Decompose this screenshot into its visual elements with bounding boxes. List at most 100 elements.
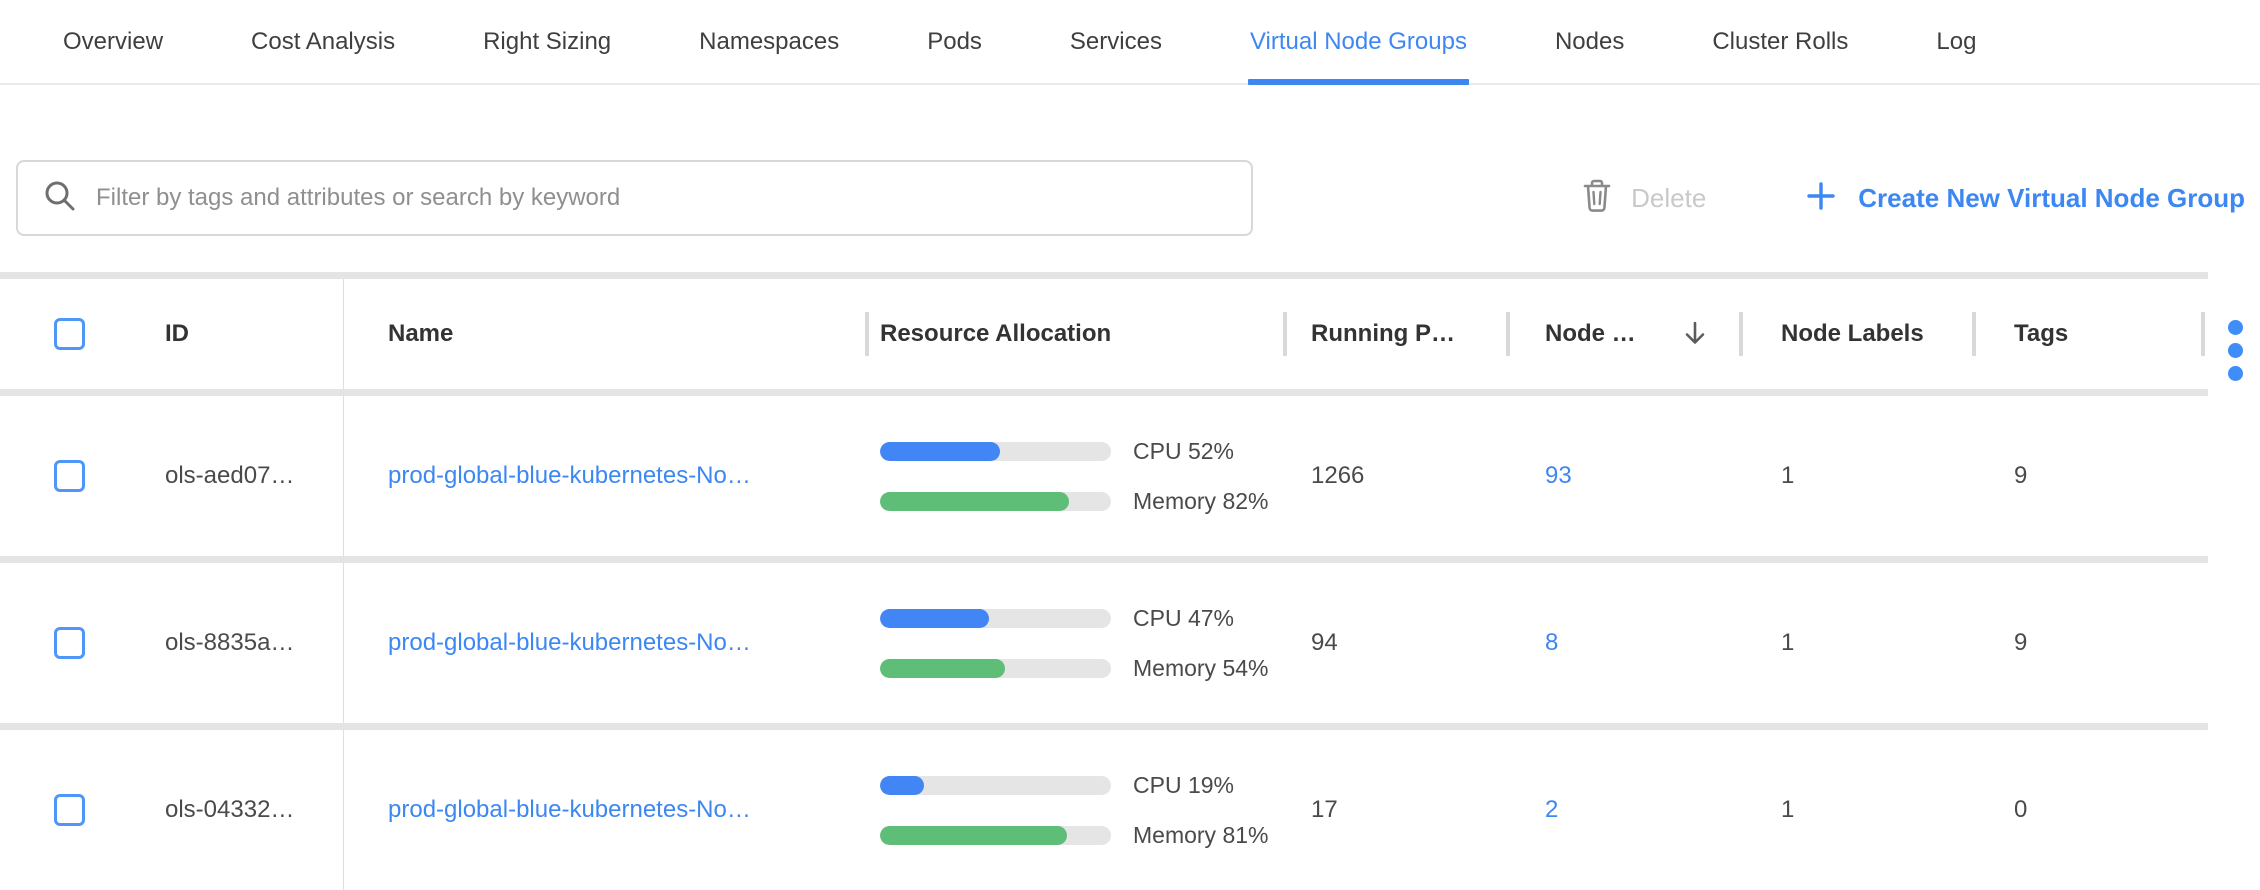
cpu-bar-fill <box>880 609 989 628</box>
tags-value: 9 <box>2014 462 2027 490</box>
memory-bar-fill <box>880 492 1069 511</box>
vng-name-link[interactable]: prod-global-blue-kubernetes-No… <box>388 629 751 657</box>
tab[interactable]: Nodes <box>1555 0 1624 83</box>
table-body: ols-aed07… prod-global-blue-kubernetes-N… <box>0 389 2260 890</box>
tab-label: Nodes <box>1555 28 1624 56</box>
cpu-label: CPU 19% <box>1133 772 1234 799</box>
row-resource-cell: CPU 19% Memory 81% <box>865 730 1283 890</box>
vng-name-link[interactable]: prod-global-blue-kubernetes-No… <box>388 796 751 824</box>
cpu-usage-bar: CPU 47% <box>880 605 1268 632</box>
cpu-bar-track <box>880 609 1111 628</box>
tab[interactable]: Right Sizing <box>483 0 611 83</box>
vng-id: ols-8835a… <box>165 629 294 657</box>
separator-band <box>0 272 2208 279</box>
vng-id: ols-aed07… <box>165 462 294 490</box>
separator-band <box>0 556 2208 563</box>
header-node-labels[interactable]: Node Labels <box>1739 279 1972 389</box>
row-nodes-cell: 2 <box>1506 730 1739 890</box>
filter-search-field[interactable] <box>16 160 1253 236</box>
header-name[interactable]: Name <box>344 279 865 389</box>
toolbar: Delete Create New Virtual Node Group <box>0 160 2260 236</box>
running-pods-value: 17 <box>1311 796 1338 824</box>
tab[interactable]: Cluster Rolls <box>1712 0 1848 83</box>
row-select-cell <box>0 396 138 556</box>
node-labels-value: 1 <box>1781 462 1794 490</box>
node-labels-value: 1 <box>1781 796 1794 824</box>
memory-label: Memory 54% <box>1133 655 1268 682</box>
tab[interactable]: Namespaces <box>699 0 839 83</box>
memory-usage-bar: Memory 81% <box>880 822 1268 849</box>
memory-usage-bar: Memory 54% <box>880 655 1268 682</box>
column-options-kebab-menu[interactable] <box>2226 318 2245 383</box>
row-select-cell <box>0 563 138 723</box>
tab[interactable]: Overview <box>63 0 163 83</box>
table-header-row: ID Name Resource Allocation Running P… N… <box>0 279 2208 389</box>
row-nodes-cell: 93 <box>1506 396 1739 556</box>
separator-band <box>0 389 2208 396</box>
cpu-bar-fill <box>880 442 1000 461</box>
tab[interactable]: Log <box>1936 0 1976 83</box>
row-checkbox[interactable] <box>54 627 85 659</box>
select-all-checkbox[interactable] <box>54 318 85 350</box>
header-running-pods[interactable]: Running P… <box>1283 279 1506 389</box>
tab[interactable]: Virtual Node Groups <box>1250 0 1467 83</box>
tab-label: Overview <box>63 28 163 56</box>
memory-bar-track <box>880 659 1111 678</box>
create-virtual-node-group-button[interactable]: Create New Virtual Node Group <box>1806 181 2245 216</box>
cpu-bar-track <box>880 442 1111 461</box>
memory-label: Memory 82% <box>1133 488 1268 515</box>
kebab-dot <box>2228 343 2243 358</box>
cpu-usage-bar: CPU 52% <box>880 438 1268 465</box>
nodes-count-link[interactable]: 8 <box>1545 629 1558 657</box>
row-checkbox[interactable] <box>54 794 85 826</box>
memory-bar-fill <box>880 659 1005 678</box>
row-id-cell: ols-04332… <box>138 730 344 890</box>
virtual-node-groups-table: ID Name Resource Allocation Running P… N… <box>0 272 2260 890</box>
row-node-labels-cell: 1 <box>1739 730 1972 890</box>
row-checkbox[interactable] <box>54 460 85 492</box>
header-tags[interactable]: Tags <box>1972 279 2208 389</box>
cpu-label: CPU 52% <box>1133 438 1234 465</box>
row-id-cell: ols-aed07… <box>138 396 344 556</box>
memory-bar-track <box>880 492 1111 511</box>
kebab-dot <box>2228 366 2243 381</box>
tab[interactable]: Services <box>1070 0 1162 83</box>
tab-label: Namespaces <box>699 28 839 56</box>
row-name-cell: prod-global-blue-kubernetes-No… <box>344 563 865 723</box>
row-tags-cell: 0 <box>1972 730 2208 890</box>
row-name-cell: prod-global-blue-kubernetes-No… <box>344 730 865 890</box>
vng-name-link[interactable]: prod-global-blue-kubernetes-No… <box>388 462 751 490</box>
header-nodes[interactable]: Node … <box>1506 279 1739 389</box>
row-select-cell <box>0 730 138 890</box>
row-running-pods-cell: 1266 <box>1283 396 1506 556</box>
tab-label: Right Sizing <box>483 28 611 56</box>
row-name-cell: prod-global-blue-kubernetes-No… <box>344 396 865 556</box>
tab-label: Cost Analysis <box>251 28 395 56</box>
row-nodes-cell: 8 <box>1506 563 1739 723</box>
table-row: ols-04332… prod-global-blue-kubernetes-N… <box>0 730 2208 890</box>
tab-label: Virtual Node Groups <box>1250 28 1467 56</box>
tab[interactable]: Cost Analysis <box>251 0 395 83</box>
create-label: Create New Virtual Node Group <box>1858 183 2245 214</box>
tab-label: Pods <box>927 28 982 56</box>
row-running-pods-cell: 17 <box>1283 730 1506 890</box>
tab-bar: Overview Cost Analysis Right Sizing Name… <box>0 0 2260 85</box>
running-pods-value: 94 <box>1311 629 1338 657</box>
delete-button[interactable]: Delete <box>1581 178 1706 219</box>
table-row: ols-aed07… prod-global-blue-kubernetes-N… <box>0 396 2208 556</box>
header-id[interactable]: ID <box>138 279 344 389</box>
cpu-label: CPU 47% <box>1133 605 1234 632</box>
plus-icon <box>1806 181 1836 216</box>
row-running-pods-cell: 94 <box>1283 563 1506 723</box>
delete-label: Delete <box>1631 183 1706 214</box>
sort-desc-arrow-icon[interactable] <box>1682 320 1708 348</box>
filter-input[interactable] <box>96 184 1227 212</box>
header-resource-allocation[interactable]: Resource Allocation <box>865 279 1283 389</box>
tab[interactable]: Pods <box>927 0 982 83</box>
header-select-cell <box>0 279 138 389</box>
running-pods-value: 1266 <box>1311 462 1364 490</box>
nodes-count-link[interactable]: 93 <box>1545 462 1572 490</box>
tags-value: 0 <box>2014 796 2027 824</box>
nodes-count-link[interactable]: 2 <box>1545 796 1558 824</box>
tab-label: Cluster Rolls <box>1712 28 1848 56</box>
